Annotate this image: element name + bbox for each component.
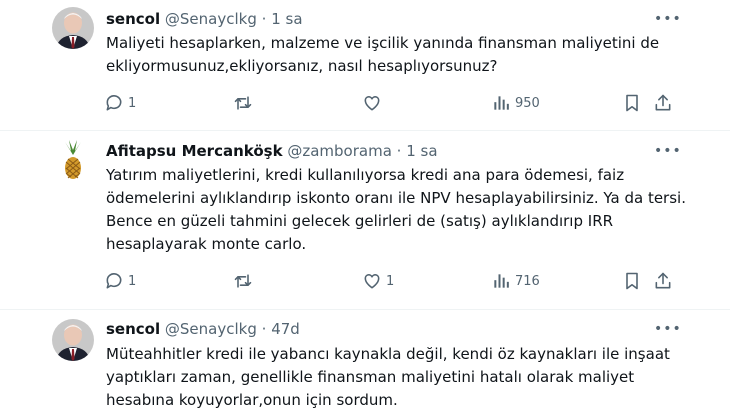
views-button[interactable]: 950 bbox=[491, 92, 540, 114]
author-name[interactable]: sencol bbox=[106, 320, 160, 338]
tweet-2[interactable]: Afitapsu Mercanköşk @zamborama · 1 sa ••… bbox=[0, 131, 730, 309]
more-options-icon[interactable]: ••• bbox=[654, 322, 681, 340]
retweet-icon bbox=[234, 274, 252, 288]
like-button[interactable] bbox=[362, 92, 382, 114]
views-icon bbox=[494, 274, 509, 288]
tweet-text: Maliyeti hesaplarken, malzeme ve işcilik… bbox=[106, 34, 660, 75]
tweet-header: sencol @Senayclkg · 47d bbox=[106, 320, 300, 338]
views-button[interactable]: 716 bbox=[491, 270, 540, 292]
reply-icon bbox=[106, 95, 122, 111]
tweet-actions: 1 1 716 bbox=[104, 270, 684, 294]
share-icon bbox=[655, 94, 671, 111]
more-options-icon[interactable]: ••• bbox=[654, 144, 681, 162]
author-name[interactable]: sencol bbox=[106, 10, 160, 28]
separator-dot: · bbox=[261, 10, 267, 28]
tweet-header: sencol @Senayclkg · 1 sa bbox=[106, 10, 303, 28]
reply-count: 1 bbox=[128, 95, 137, 111]
reply-icon bbox=[106, 273, 122, 289]
view-count: 950 bbox=[515, 95, 540, 111]
tweet-text: Yatırım maliyetlerini, kredi kullanılıyo… bbox=[106, 166, 686, 253]
share-button[interactable] bbox=[653, 270, 673, 292]
reply-count: 1 bbox=[128, 273, 137, 289]
tweet-3[interactable]: sencol @Senayclkg · 47d ••• Müteahhitler… bbox=[0, 310, 730, 420]
author-handle[interactable]: @Senayclkg bbox=[165, 320, 257, 338]
retweet-button[interactable] bbox=[233, 270, 253, 292]
author-handle[interactable]: @zamborama bbox=[287, 142, 392, 160]
like-icon bbox=[364, 96, 380, 111]
tweet-text: Müteahhitler kredi ile yabancı kaynakla … bbox=[106, 345, 670, 409]
view-count: 716 bbox=[515, 273, 540, 289]
tweet-header: Afitapsu Mercanköşk @zamborama · 1 sa bbox=[106, 142, 438, 160]
tweet-1[interactable]: sencol @Senayclkg · 1 sa ••• Maliyeti he… bbox=[0, 0, 730, 130]
share-button[interactable] bbox=[653, 92, 673, 114]
avatar[interactable] bbox=[52, 139, 94, 181]
separator-dot: · bbox=[261, 320, 267, 338]
more-options-icon[interactable]: ••• bbox=[654, 12, 681, 30]
like-icon bbox=[364, 274, 380, 289]
like-button[interactable]: 1 bbox=[362, 270, 394, 292]
views-icon bbox=[494, 96, 509, 110]
share-icon bbox=[655, 272, 671, 289]
avatar[interactable] bbox=[52, 319, 94, 361]
reply-button[interactable]: 1 bbox=[104, 92, 136, 114]
tweet-time[interactable]: 1 sa bbox=[406, 142, 437, 160]
tweet-time[interactable]: 1 sa bbox=[271, 10, 302, 28]
author-name[interactable]: Afitapsu Mercanköşk bbox=[106, 142, 283, 160]
like-count: 1 bbox=[386, 273, 395, 289]
tweet-time[interactable]: 47d bbox=[271, 320, 300, 338]
bookmark-icon bbox=[626, 94, 638, 112]
author-handle[interactable]: @Senayclkg bbox=[165, 10, 257, 28]
retweet-icon bbox=[234, 96, 252, 110]
tweet-actions: 1 950 bbox=[104, 92, 684, 116]
retweet-button[interactable] bbox=[233, 92, 253, 114]
reply-button[interactable]: 1 bbox=[104, 270, 136, 292]
bookmark-button[interactable] bbox=[622, 270, 642, 292]
avatar[interactable] bbox=[52, 7, 94, 49]
separator-dot: · bbox=[396, 142, 402, 160]
bookmark-button[interactable] bbox=[622, 92, 642, 114]
bookmark-icon bbox=[626, 272, 638, 290]
